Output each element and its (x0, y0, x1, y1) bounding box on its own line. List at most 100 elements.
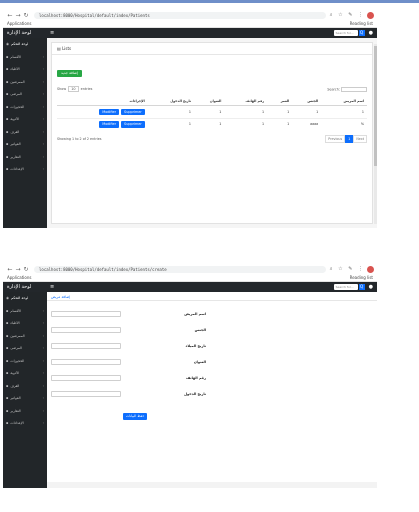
delete-button[interactable]: Supprimer (121, 121, 145, 128)
sidebar-item[interactable]: ▪ التقارير ‹ (3, 151, 47, 164)
reload-icon[interactable]: ↻ (22, 266, 30, 273)
col-address[interactable]: العنوان (193, 97, 225, 106)
cell-phone: 1 (224, 105, 268, 119)
user-icon[interactable]: ● (369, 284, 373, 290)
screenshot-form: ← → ↻ localhost:8000/Hospital/default/in… (3, 264, 377, 488)
sidebar-item[interactable]: ▪ الممرضين ‹ (3, 330, 47, 343)
report-icon: ▪ (6, 154, 9, 159)
sidebar-item[interactable]: ▪ المرضى ‹ (3, 88, 47, 101)
sidebar-item[interactable]: ▪ الغرف ‹ (3, 126, 47, 139)
form-row: العنوان (51, 357, 206, 367)
col-date[interactable]: تاريخ الدخول (147, 97, 194, 106)
footer-strip (47, 482, 377, 488)
col-actions[interactable]: الإجراءات (57, 97, 148, 106)
entries-select[interactable]: 10 (68, 86, 79, 92)
chevron-icon: ‹ (42, 408, 44, 413)
chevron-icon: ‹ (42, 371, 44, 376)
sidebar-item[interactable]: ▪ الأقسام ‹ (3, 51, 47, 64)
edit-button[interactable]: Modifier (99, 121, 119, 128)
save-button[interactable]: حفظ البيانات (123, 413, 148, 420)
table-tools: Show 10 entries Search: (57, 86, 367, 92)
search-input[interactable]: Search for... (333, 30, 358, 36)
forward-icon[interactable]: → (14, 266, 22, 273)
sidebar-item[interactable]: ▪ الغرف ‹ (3, 380, 47, 393)
sidebar-item[interactable]: ▪ الممرضين ‹ (3, 76, 47, 89)
reading-list[interactable]: Reading list (350, 275, 373, 280)
avatar[interactable] (367, 11, 374, 19)
edit-button[interactable]: Modifier (99, 108, 119, 116)
avatar[interactable] (367, 265, 374, 273)
toolbar-icons[interactable]: ⌕ ☆ ✎ ⋮ (330, 12, 365, 18)
browser-toolbar: ← → ↻ localhost:8000/Hospital/default/in… (3, 264, 377, 274)
birthdate-input[interactable] (51, 343, 121, 349)
pagination: Previous 1 Next (325, 135, 367, 144)
list-icon: ▤ (57, 46, 61, 51)
user-icon[interactable]: ● (369, 30, 373, 36)
main-content: ▤ Lists إضافة جديد Show 10 entries Searc… (47, 38, 377, 228)
scrollbar[interactable] (374, 44, 377, 224)
back-icon[interactable]: ← (6, 12, 14, 19)
col-name[interactable]: اسم المريض (321, 97, 367, 106)
menu-toggle-icon[interactable]: ≡ (50, 284, 54, 290)
chevron-icon: ‹ (42, 358, 44, 363)
sidebar-item[interactable]: ▪ الإعدادات ‹ (3, 163, 47, 176)
sidebar-item[interactable]: ▪ الأدوية ‹ (3, 367, 47, 380)
cell-gender: 1 (292, 105, 322, 119)
sidebar-item[interactable]: ▪ الحجوزات ‹ (3, 355, 47, 368)
patient-name-input[interactable] (51, 311, 121, 317)
sidebar-item[interactable]: ▪ الفواتير ‹ (3, 392, 47, 405)
sidebar-item[interactable]: ▪ الأطباء ‹ (3, 63, 47, 76)
sidebar-item[interactable]: ▪ الأطباء ‹ (3, 317, 47, 330)
chevron-icon: ‹ (42, 383, 44, 388)
col-age[interactable]: العمر (267, 97, 293, 106)
search-input[interactable]: Search for... (333, 284, 358, 290)
col-phone[interactable]: رقم الهاتف (224, 97, 268, 106)
sidebar-item[interactable]: ◉ لوحة التحكم (3, 38, 47, 51)
bookmark-applications[interactable]: Applications (7, 275, 31, 280)
sidebar-item[interactable]: ▪ المرضى ‹ (3, 342, 47, 355)
reload-icon[interactable]: ↻ (22, 12, 30, 19)
row-actions: Modifier Supprimer (57, 105, 148, 119)
table-search-input[interactable] (341, 86, 367, 92)
phone-input[interactable] (51, 375, 121, 381)
bookmark-applications[interactable]: Applications (7, 21, 31, 26)
add-new-button[interactable]: إضافة جديد (57, 69, 82, 77)
sidebar-item[interactable]: ▪ الفواتير ‹ (3, 138, 47, 151)
brand-title[interactable]: لوحة الإدارة (7, 284, 47, 290)
invoice-icon: ▪ (6, 142, 9, 147)
main-content: إضافة مريض اسم المريض الجنس تاريخ الميلا… (47, 292, 377, 488)
cell-address: 1 (193, 117, 225, 131)
address-bar[interactable]: localhost:8000/Hospital/default/index/Pa… (34, 11, 326, 19)
delete-button[interactable]: Supprimer (121, 108, 145, 116)
previous-button[interactable]: Previous (325, 135, 346, 144)
scrollbar-thumb[interactable] (374, 46, 377, 166)
sidebar-item[interactable]: ▪ الحجوزات ‹ (3, 101, 47, 114)
address-input[interactable] (51, 359, 121, 365)
sidebar-item[interactable]: ◉ لوحة التحكم (3, 292, 47, 305)
forward-icon[interactable]: → (14, 12, 22, 19)
menu-toggle-icon[interactable]: ≡ (50, 30, 54, 36)
reading-list[interactable]: Reading list (350, 21, 373, 26)
chevron-icon: ‹ (42, 67, 44, 72)
address-bar[interactable]: localhost:8000/Hospital/default/index/Pa… (34, 265, 326, 273)
form-tab[interactable]: إضافة مريض (47, 292, 377, 301)
gender-input[interactable] (51, 327, 121, 333)
search-button[interactable]: Q (358, 30, 365, 36)
chevron-icon: ‹ (42, 308, 44, 313)
chevron-icon: ‹ (42, 104, 44, 109)
admission-date-input[interactable] (51, 391, 121, 397)
search-button[interactable]: Q (358, 284, 365, 290)
sidebar-item[interactable]: ▪ الأدوية ‹ (3, 113, 47, 126)
sidebar-item[interactable]: ▪ الأقسام ‹ (3, 305, 47, 318)
back-icon[interactable]: ← (6, 266, 14, 273)
toolbar-icons[interactable]: ⌕ ☆ ✎ ⋮ (330, 266, 365, 272)
col-gender[interactable]: الجنس (292, 97, 322, 106)
page-button[interactable]: 1 (345, 135, 354, 144)
brand-title[interactable]: لوحة الإدارة (7, 30, 47, 36)
sidebar-item[interactable]: ▪ الإعدادات ‹ (3, 417, 47, 430)
next-button[interactable]: Next (353, 135, 367, 144)
bookmarks-bar: Applications Reading list (3, 274, 377, 282)
card-title: ▤ Lists (52, 43, 372, 55)
table-footer: Showing 1 to 2 of 2 entries Previous 1 N… (57, 135, 367, 144)
sidebar-item[interactable]: ▪ التقارير ‹ (3, 405, 47, 418)
